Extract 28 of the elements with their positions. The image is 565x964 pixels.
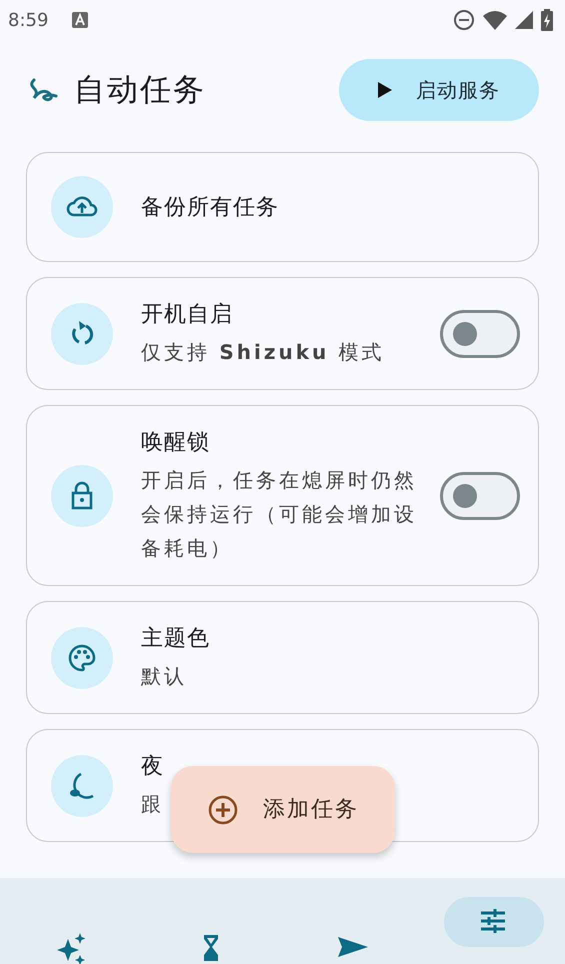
setting-title: 主题色 [141,625,210,653]
add-circle-icon [207,794,239,826]
start-service-button[interactable]: 启动服务 [339,59,539,121]
setting-title: 唤醒锁 [141,429,210,457]
do-not-disturb-icon [453,9,475,31]
setting-title: 夜 [141,753,164,781]
setting-description: 仅支持 Shizuku 模式 [141,339,385,366]
wifi-icon [483,10,507,30]
add-task-button[interactable]: 添加任务 [171,766,395,853]
nav-tab[interactable] [444,897,544,947]
play-icon [378,82,392,98]
status-time: 8:59 [8,8,48,32]
setting-card[interactable]: 唤醒锁 开启后，任务在熄屏时仍然会保持运行（可能会增加设备耗电） [26,405,539,586]
notification-icon [72,12,88,28]
app-title: 自动任务 [74,70,206,110]
setting-title: 备份所有任务 [141,194,279,222]
setting-card[interactable]: 备份所有任务 [26,152,539,262]
toggle-switch[interactable] [440,310,520,358]
logo-icon [28,76,58,104]
toggle-switch[interactable] [440,472,520,520]
setting-card[interactable]: 主题色 默认 [26,601,539,714]
setting-description: 跟 [141,791,164,818]
setting-description: 开启后，任务在熄屏时仍然会保持运行（可能会增加设备耗电） [141,467,418,562]
setting-description: 默认 [141,663,187,690]
signal-icon [515,11,533,29]
setting-card[interactable]: 开机自启 仅支持 Shizuku 模式 [26,277,539,390]
battery-icon [541,9,553,31]
setting-title: 开机自启 [141,301,233,329]
